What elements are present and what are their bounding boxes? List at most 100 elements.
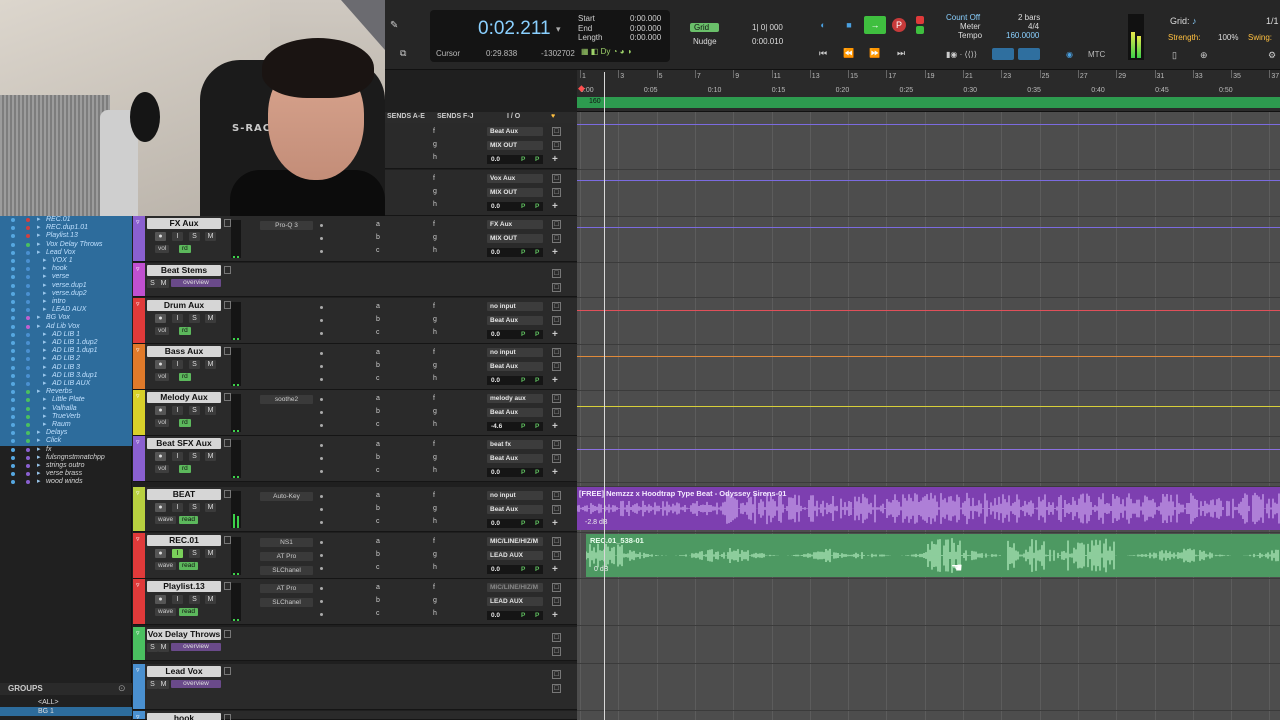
clip-list-item[interactable]: ▸ Reverbs <box>0 388 132 397</box>
show-hide-dot-icon[interactable] <box>11 349 15 354</box>
track-row[interactable]: ▿ Melody Aux ● I S Mvol rd soothe2 a b c f g h melody … <box>133 390 577 436</box>
track-name[interactable]: Vox Delay Throws <box>147 629 221 640</box>
track-row[interactable]: ▿ Vox Delay Throws S Moverview □ □ <box>133 627 577 661</box>
go-to-end-icon[interactable]: ⏭ <box>892 46 910 60</box>
show-hide-dot-icon[interactable] <box>11 300 15 304</box>
midi-controls-icon[interactable]: ▮◉ · ⟨⟨⟩⟩ <box>946 50 977 59</box>
send-f[interactable]: f <box>433 175 435 182</box>
track-output-icon[interactable]: □ <box>552 491 561 500</box>
insert-slot[interactable]: AT Pro <box>260 584 313 593</box>
send-slot-dot[interactable] <box>320 495 323 498</box>
pan-right-icon[interactable]: P <box>535 249 539 256</box>
input-selector[interactable]: FX Aux <box>487 220 543 229</box>
playhead-line[interactable] <box>604 72 605 720</box>
mtc-label[interactable]: MTC <box>1088 50 1105 59</box>
groups-header[interactable]: GROUPS <box>0 683 132 695</box>
expand-triangle-icon[interactable]: ▸ <box>43 372 47 380</box>
solo-button[interactable]: S <box>189 360 200 369</box>
track-options-icon[interactable]: □ <box>552 316 561 325</box>
show-hide-dot-icon[interactable] <box>11 275 15 280</box>
tempo-value[interactable]: 160.0000 <box>1006 31 1039 40</box>
expand-triangle-icon[interactable]: ▸ <box>43 413 47 421</box>
expand-triangle-icon[interactable]: ▸ <box>37 446 41 454</box>
send-c[interactable]: c <box>376 518 380 525</box>
send-f[interactable]: f <box>433 492 435 499</box>
send-slot-dot[interactable] <box>320 332 323 335</box>
send-h[interactable]: h <box>433 329 437 336</box>
stop-icon[interactable]: ■ <box>840 18 858 32</box>
show-hide-dot-icon[interactable] <box>11 242 15 247</box>
pencil-tool-icon[interactable]: ✎ <box>390 20 398 31</box>
mute-button[interactable]: M <box>205 595 216 604</box>
count-off-label[interactable]: Count Off <box>946 13 980 22</box>
track-name[interactable]: Drum Aux <box>147 300 221 311</box>
send-c[interactable]: c <box>376 467 380 474</box>
mute-button[interactable]: M <box>205 314 216 323</box>
send-h[interactable]: h <box>433 610 437 617</box>
input-selector[interactable]: beat fx <box>487 440 543 449</box>
show-hide-dot-icon[interactable] <box>11 316 15 321</box>
record-enable-button[interactable]: ● <box>155 232 166 241</box>
fast-forward-icon[interactable]: ⏩ <box>866 46 884 60</box>
send-slot-dot[interactable] <box>320 444 323 447</box>
clip-list-item[interactable]: ▸ AD LIB 1 <box>0 330 132 339</box>
add-icon[interactable]: + <box>552 202 558 212</box>
clip-list-item[interactable]: ▸ AD LIB AUX <box>0 380 132 389</box>
track-options-icon[interactable]: □ <box>552 684 561 693</box>
track-expand-icon[interactable]: ▿ <box>136 489 140 497</box>
show-hide-dot-icon[interactable] <box>11 283 15 288</box>
track-output-icon[interactable]: □ <box>552 348 561 357</box>
track-options-icon[interactable]: □ <box>552 647 561 656</box>
clip-list-item[interactable]: ▸ Ad Lib Vox <box>0 322 132 331</box>
track-name[interactable]: Lead Vox <box>147 666 221 677</box>
input-monitor-button[interactable]: I <box>172 314 183 323</box>
track-expand-icon[interactable]: ▿ <box>136 265 140 273</box>
track-name[interactable]: FX Aux <box>147 218 221 229</box>
expand-triangle-icon[interactable]: ▸ <box>37 454 41 462</box>
show-hide-dot-icon[interactable] <box>11 447 15 452</box>
send-c[interactable]: c <box>376 375 380 382</box>
track-row[interactable]: f g h Beat Aux MIX OUT 0.0 P P □ □ + <box>385 123 577 169</box>
show-hide-dot-icon[interactable] <box>11 226 15 231</box>
send-slot-dot[interactable] <box>320 613 323 616</box>
output-selector[interactable]: Beat Aux <box>487 505 543 514</box>
track-expand-icon[interactable]: ▿ <box>136 629 140 637</box>
show-hide-dot-icon[interactable] <box>11 464 15 468</box>
track-row[interactable]: ▿ FX Aux ● I S Mvol rd Pro-Q 3 a b c f g h FX Aux MIX O… <box>133 216 577 262</box>
clip-list-item[interactable]: ▸ REC.dup1.01 <box>0 224 132 233</box>
send-g[interactable]: g <box>433 408 437 415</box>
add-icon[interactable]: + <box>552 519 558 529</box>
send-g[interactable]: g <box>433 188 437 195</box>
view-selector[interactable]: vol <box>155 419 170 427</box>
output-selector[interactable]: MIX OUT <box>487 141 543 150</box>
insert-slot-2[interactable]: SLChanel <box>260 598 313 607</box>
track-expand-icon[interactable]: ▿ <box>136 535 140 543</box>
automation-mode[interactable]: read <box>179 608 199 616</box>
send-f[interactable]: f <box>433 349 435 356</box>
automation-mode[interactable]: rd <box>179 373 191 381</box>
expand-triangle-icon[interactable]: ▸ <box>37 429 41 437</box>
expand-triangle-icon[interactable]: ▸ <box>43 405 47 413</box>
show-hide-dot-icon[interactable] <box>11 291 15 296</box>
track-row[interactable]: ▿ hook <box>133 711 577 720</box>
show-hide-dot-icon[interactable] <box>11 365 15 370</box>
show-hide-dot-icon[interactable] <box>11 324 15 329</box>
input-selector[interactable]: Vox Aux <box>487 174 543 183</box>
show-hide-dot-icon[interactable] <box>11 250 15 255</box>
expand-triangle-icon[interactable]: ▸ <box>43 364 47 372</box>
send-f[interactable]: f <box>433 221 435 228</box>
expand-triangle-icon[interactable]: ▸ <box>37 323 41 331</box>
show-hide-dot-icon[interactable] <box>11 472 15 477</box>
automation-mode[interactable]: rd <box>179 327 191 335</box>
send-slot-dot[interactable] <box>320 398 323 401</box>
send-f[interactable]: f <box>433 538 435 545</box>
send-slot-dot[interactable] <box>320 237 323 240</box>
solo-button[interactable]: S <box>189 232 200 241</box>
track-row[interactable]: ▿ REC.01 ● I S Mwave read NS1 AT Pro SLChanel a b c f… <box>133 533 577 579</box>
send-slot-dot[interactable] <box>320 567 323 570</box>
expand-triangle-icon[interactable]: ▸ <box>37 388 41 396</box>
pan-right-icon[interactable]: P <box>535 156 539 163</box>
volume-automation-line[interactable] <box>577 124 1280 125</box>
volume-automation-line[interactable] <box>577 227 1280 228</box>
show-hide-dot-icon[interactable] <box>11 390 15 395</box>
